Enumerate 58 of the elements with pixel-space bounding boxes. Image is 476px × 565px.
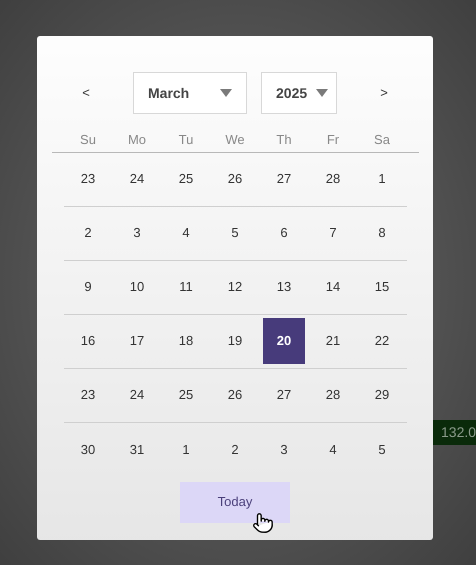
- day-cell[interactable]: 23: [67, 156, 109, 202]
- day-cell[interactable]: 12: [214, 264, 256, 310]
- day-cell[interactable]: 8: [361, 210, 403, 256]
- day-cell[interactable]: 31: [116, 426, 158, 472]
- day-cell[interactable]: 3: [116, 210, 158, 256]
- day-cell[interactable]: 21: [312, 318, 354, 364]
- day-cell[interactable]: 2: [67, 210, 109, 256]
- day-cell[interactable]: 16: [67, 318, 109, 364]
- day-cell[interactable]: 6: [263, 210, 305, 256]
- day-cell[interactable]: 18: [165, 318, 207, 364]
- day-cell[interactable]: 25: [165, 372, 207, 418]
- day-cell[interactable]: 2: [214, 426, 256, 472]
- weekday-label: Th: [275, 131, 293, 149]
- day-cell[interactable]: 5: [214, 210, 256, 256]
- caret-icon: [316, 89, 328, 97]
- day-cell[interactable]: 1: [165, 426, 207, 472]
- day-cell[interactable]: 26: [214, 156, 256, 202]
- next-month-button[interactable]: >: [372, 83, 396, 103]
- weekday-label: We: [224, 131, 246, 149]
- day-cell[interactable]: 5: [361, 426, 403, 472]
- day-cell[interactable]: 1: [361, 156, 403, 202]
- day-cell[interactable]: 24: [116, 156, 158, 202]
- value-badge: 132.0: [433, 420, 476, 445]
- weekday-label: Tu: [178, 131, 194, 149]
- day-cell[interactable]: 30: [67, 426, 109, 472]
- day-cell[interactable]: 28: [312, 372, 354, 418]
- day-cell[interactable]: 4: [312, 426, 354, 472]
- caret-icon: [220, 89, 232, 97]
- day-cell[interactable]: 29: [361, 372, 403, 418]
- day-cell[interactable]: 22: [361, 318, 403, 364]
- day-cell[interactable]: 25: [165, 156, 207, 202]
- day-cell[interactable]: 24: [116, 372, 158, 418]
- day-cell[interactable]: 10: [116, 264, 158, 310]
- month-select[interactable]: March: [133, 72, 247, 114]
- day-cell[interactable]: 27: [263, 372, 305, 418]
- weekday-label: Sa: [373, 131, 391, 149]
- day-cell[interactable]: 7: [312, 210, 354, 256]
- day-cell[interactable]: 14: [312, 264, 354, 310]
- pointer-cursor-icon: [252, 512, 274, 534]
- day-cell[interactable]: 3: [263, 426, 305, 472]
- day-cell[interactable]: 27: [263, 156, 305, 202]
- day-cell[interactable]: 19: [214, 318, 256, 364]
- day-cell[interactable]: 4: [165, 210, 207, 256]
- weekday-label: Mo: [126, 131, 148, 149]
- day-cell[interactable]: 28: [312, 156, 354, 202]
- today-button[interactable]: Today: [180, 482, 290, 522]
- day-cell[interactable]: 15: [361, 264, 403, 310]
- day-cell[interactable]: 9: [67, 264, 109, 310]
- weekday-label: Su: [79, 131, 97, 149]
- day-cell[interactable]: 13: [263, 264, 305, 310]
- year-select[interactable]: 2025: [261, 72, 337, 114]
- day-cell[interactable]: 17: [116, 318, 158, 364]
- previous-month-button[interactable]: <: [74, 83, 98, 103]
- day-cell[interactable]: 23: [67, 372, 109, 418]
- day-cell[interactable]: 20: [263, 318, 305, 364]
- day-cell[interactable]: 11: [165, 264, 207, 310]
- weekday-label: Fr: [326, 131, 340, 149]
- day-cell[interactable]: 26: [214, 372, 256, 418]
